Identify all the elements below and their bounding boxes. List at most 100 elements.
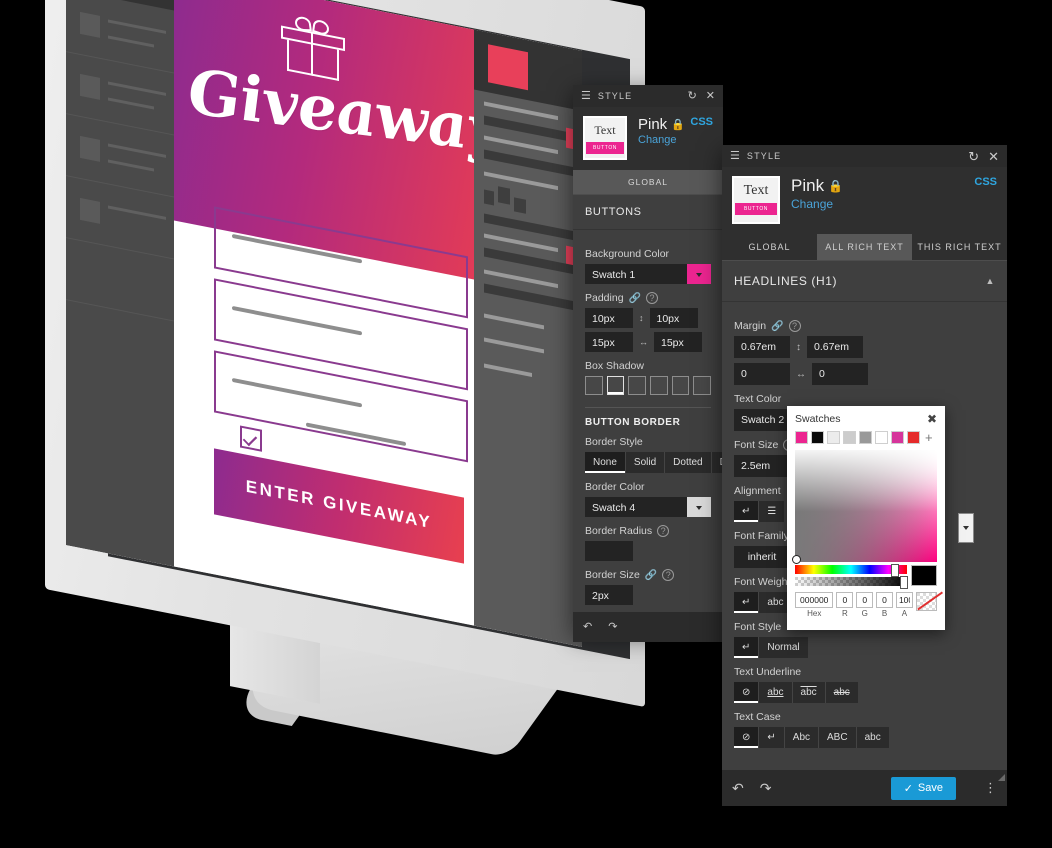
tab-this-rich-text[interactable]: THIS RICH TEXT <box>912 234 1007 260</box>
text-underline-segmented[interactable]: ⊘ abc abc abc <box>734 682 858 703</box>
background-color-swatch-button[interactable] <box>687 264 711 284</box>
margin-vertical-row[interactable]: 0.67em ↕ 0.67em <box>734 336 995 358</box>
font-style-inherit-icon[interactable]: ↵ <box>734 637 760 658</box>
padding-bottom-input[interactable]: 10px <box>649 308 698 328</box>
picker-swatch[interactable] <box>827 431 840 444</box>
picker-swatch[interactable] <box>891 431 904 444</box>
panel-tabs[interactable]: GLOBAL ALL RICH TEXT THIS RICH TEXT <box>722 234 1007 260</box>
alignment-segmented[interactable]: ↵ ☰ <box>734 501 785 522</box>
style-menu-icon[interactable]: ☰ <box>730 150 740 162</box>
help-icon[interactable]: ? <box>788 320 801 332</box>
color-picker-popup[interactable]: Swatches ✖ + 000000 Hex 0 R 0 G 0 B 100 … <box>787 406 945 630</box>
picker-swatch[interactable] <box>859 431 872 444</box>
alpha-slider[interactable] <box>795 576 909 589</box>
box-shadow-option[interactable] <box>585 376 603 395</box>
alignment-left-icon[interactable]: ☰ <box>759 501 784 522</box>
hex-input[interactable] <box>795 592 834 608</box>
alignment-inherit-icon[interactable]: ↵ <box>734 501 760 522</box>
swatch-dropdown-button[interactable] <box>958 513 974 543</box>
help-icon[interactable]: ? <box>662 569 675 581</box>
font-weight-segmented[interactable]: ↵ abc <box>734 592 792 613</box>
link-sides-icon[interactable]: 🔗 <box>771 321 783 332</box>
font-style-segmented[interactable]: ↵ Normal <box>734 637 808 658</box>
section-headlines[interactable]: HEADLINES (H1) ▲ <box>722 260 1007 302</box>
panel-titlebar[interactable]: ☰ STYLE ↻ ✕ <box>722 145 1007 167</box>
tab-all-rich-text[interactable]: ALL RICH TEXT <box>817 234 912 260</box>
picker-swatch[interactable] <box>907 431 920 444</box>
picker-cursor[interactable] <box>792 555 801 564</box>
redo-icon[interactable]: ↷ <box>760 781 772 795</box>
chevron-up-icon[interactable]: ▲ <box>985 276 995 286</box>
box-shadow-option[interactable] <box>628 376 647 395</box>
background-color-field[interactable]: Swatch 1 <box>585 264 711 284</box>
margin-horizontal-row[interactable]: 0 ↔ 0 <box>734 363 995 385</box>
padding-top-input[interactable]: 10px <box>585 308 633 328</box>
background-color-value[interactable]: Swatch 1 <box>585 264 687 284</box>
box-shadow-option[interactable] <box>671 376 690 395</box>
tab-global[interactable]: GLOBAL <box>573 170 723 194</box>
text-case-lowercase[interactable]: abc <box>857 727 889 748</box>
text-underline-strikethrough[interactable]: abc <box>826 682 858 703</box>
border-style-dotted[interactable]: Dotted <box>665 452 712 473</box>
red-input[interactable] <box>836 592 854 608</box>
text-underline-underline[interactable]: abc <box>759 682 793 703</box>
padding-vertical-row[interactable]: 10px ↕ 10px <box>585 308 711 328</box>
margin-top-input[interactable]: 0.67em <box>734 336 790 358</box>
text-case-none-icon[interactable]: ⊘ <box>734 727 760 748</box>
css-link[interactable]: CSS <box>690 116 713 128</box>
redo-icon[interactable]: ↷ <box>608 621 617 633</box>
box-shadow-option[interactable] <box>693 376 712 395</box>
margin-bottom-input[interactable]: 0.67em <box>807 336 863 358</box>
padding-horizontal-row[interactable]: 15px ↔ 15px <box>585 332 711 352</box>
picker-swatch[interactable] <box>811 431 824 444</box>
margin-left-input[interactable]: 0 <box>734 363 790 385</box>
text-case-capitalize[interactable]: Abc <box>785 727 820 748</box>
border-style-none[interactable]: None <box>585 452 626 473</box>
font-weight-inherit-icon[interactable]: ↵ <box>734 592 760 613</box>
link-sides-icon[interactable]: 🔗 <box>645 570 657 581</box>
border-color-value[interactable]: Swatch 4 <box>585 497 687 517</box>
style-panel-buttons[interactable]: ☰ STYLE ↻ ✕ Text BUTTON Pink 🔒 Change CS… <box>573 85 723 642</box>
text-case-inherit-icon[interactable]: ↵ <box>759 727 785 748</box>
box-shadow-option[interactable] <box>606 376 625 395</box>
help-icon[interactable]: ? <box>646 292 658 304</box>
font-size-input[interactable]: 2.5em <box>734 455 790 477</box>
kebab-menu-icon[interactable]: ⋮ <box>984 780 997 796</box>
style-preview-thumbnail[interactable]: Text BUTTON <box>583 116 627 160</box>
resize-grip[interactable] <box>998 774 1005 781</box>
padding-right-input[interactable]: 15px <box>654 332 702 352</box>
font-style-normal[interactable]: Normal <box>759 637 807 658</box>
link-sides-icon[interactable]: 🔗 <box>629 293 641 304</box>
text-underline-overline[interactable]: abc <box>793 682 826 703</box>
change-style-link[interactable]: Change <box>791 197 843 211</box>
close-icon[interactable]: ✖ <box>927 412 937 426</box>
box-shadow-option[interactable] <box>650 376 668 395</box>
text-case-segmented[interactable]: ⊘ ↵ Abc ABC abc <box>734 727 889 748</box>
help-icon[interactable]: ? <box>657 525 670 537</box>
style-preview-thumbnail[interactable]: Text BUTTON <box>732 176 780 224</box>
picker-swatch[interactable] <box>843 431 856 444</box>
picker-swatch-row[interactable]: + <box>787 430 945 445</box>
plus-icon[interactable]: + <box>925 430 933 445</box>
picker-sliders[interactable] <box>795 564 937 589</box>
style-menu-icon[interactable]: ☰ <box>581 90 591 102</box>
border-size-input[interactable]: 2px <box>585 585 633 605</box>
tab-global[interactable]: GLOBAL <box>722 234 817 260</box>
box-shadow-options[interactable] <box>585 376 712 395</box>
saturation-value-area[interactable] <box>792 450 937 564</box>
change-style-link[interactable]: Change <box>638 134 685 146</box>
hue-slider[interactable] <box>795 564 907 577</box>
no-color-icon[interactable] <box>915 592 938 611</box>
green-input[interactable] <box>856 592 874 608</box>
border-radius-input[interactable] <box>585 541 633 561</box>
section-buttons[interactable]: BUTTONS <box>573 194 723 230</box>
picker-swatch[interactable] <box>795 431 808 444</box>
text-underline-none-icon[interactable]: ⊘ <box>734 682 760 703</box>
margin-right-input[interactable]: 0 <box>812 363 868 385</box>
border-style-segmented[interactable]: None Solid Dotted Dashed <box>585 452 723 473</box>
font-family-value[interactable]: inherit <box>734 546 790 568</box>
border-color-field[interactable]: Swatch 4 <box>585 497 711 517</box>
undo-icon[interactable]: ↶ <box>583 621 592 633</box>
alpha-input[interactable] <box>895 592 913 608</box>
refresh-icon[interactable]: ↻ <box>968 150 979 163</box>
